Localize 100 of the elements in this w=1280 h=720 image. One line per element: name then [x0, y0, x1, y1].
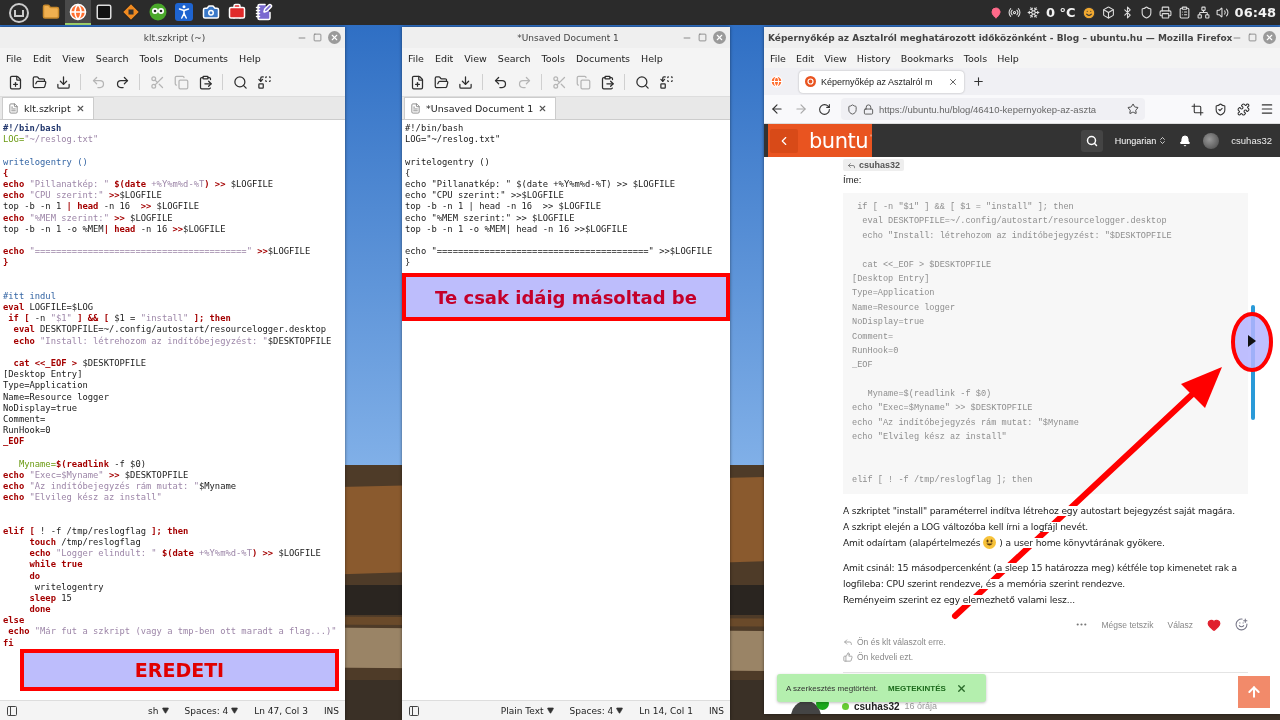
username: csuhas32	[1231, 135, 1272, 146]
menu-item[interactable]: Help	[641, 52, 663, 64]
pin-icon[interactable]	[990, 6, 1002, 19]
address-field[interactable]: https://ubuntu.hu/blog/46410-kepernyokep-az-aszta	[841, 98, 1145, 120]
code-line: echo "Logger elindult: " $(date +%Y%m%d-%T) >> $LOGFILE	[28, 548, 321, 559]
menu-icon[interactable]	[8, 2, 30, 23]
code-line: #itt indul	[3, 290, 56, 302]
screenshot-icon[interactable]	[1191, 102, 1204, 116]
taskbar-app[interactable]	[64, 0, 92, 25]
view-button[interactable]: MEGTEKINTÉS	[888, 683, 946, 693]
menu-item[interactable]: History	[856, 52, 891, 64]
unlike-button[interactable]: Mégse tetszik	[1101, 619, 1154, 630]
menu-item[interactable]: Edit	[795, 52, 815, 64]
close-icon[interactable]	[948, 76, 958, 87]
globe-icon[interactable]	[68, 2, 87, 21]
language-selector[interactable]: Hungarian	[1114, 135, 1168, 146]
code-line: LOG="~/reslog.txt"	[3, 134, 99, 146]
new-tab-icon[interactable]	[972, 75, 985, 88]
clipboard-icon[interactable]	[1177, 6, 1191, 19]
close-icon[interactable]	[75, 104, 85, 113]
clock: 06:48	[1234, 5, 1276, 20]
menu-item[interactable]: File	[6, 52, 22, 64]
smiley-icon[interactable]	[1081, 5, 1096, 20]
code-line: echo "Pillanatkép: " $(date +%Y%m%d-%T) >> $LOGFILE	[3, 178, 274, 191]
menu-icon[interactable]	[1260, 102, 1274, 116]
menu-item[interactable]: Documents	[575, 52, 631, 64]
menu-item[interactable]: Edit	[32, 52, 52, 64]
camera-icon[interactable]	[201, 2, 220, 21]
menu-item[interactable]: View	[824, 52, 847, 64]
menu-item[interactable]: File	[770, 52, 786, 64]
reload-icon[interactable]	[818, 102, 831, 116]
close-button[interactable]	[1263, 31, 1277, 44]
language-dropdown[interactable]: Plain Text	[500, 705, 554, 716]
volume-icon[interactable]	[1215, 6, 1229, 19]
open-icon[interactable]	[31, 74, 47, 90]
close-icon[interactable]	[538, 104, 548, 113]
menu-item[interactable]: View	[464, 52, 487, 64]
menu-item[interactable]: Documents	[173, 52, 229, 64]
accessibility-icon[interactable]	[175, 2, 194, 21]
open-icon[interactable]	[433, 74, 449, 90]
heart-icon[interactable]	[1207, 617, 1221, 632]
notification-icon[interactable]	[1179, 134, 1192, 147]
browser-tab[interactable]: Képernyőkép az Asztalról m	[799, 70, 964, 93]
spaces-dropdown[interactable]: Spaces: 4	[184, 705, 239, 716]
close-button[interactable]	[713, 31, 726, 44]
extensions-icon[interactable]	[1237, 102, 1250, 116]
code-line: Type=Application	[852, 287, 935, 301]
undo-icon[interactable]	[492, 74, 508, 90]
search-icon[interactable]	[634, 74, 650, 90]
printer-icon[interactable]	[1158, 6, 1172, 19]
code-line: top -b -n 1 -o %MEM| head -n 16 >>$LOGFILE	[3, 223, 226, 235]
menu-item[interactable]: Help	[239, 52, 261, 64]
menu-item[interactable]: Bookmarks	[900, 52, 954, 64]
snowflake-icon[interactable]	[1027, 6, 1040, 19]
box-icon[interactable]	[1101, 6, 1115, 19]
save-icon[interactable]	[457, 74, 473, 90]
reply-to-tag[interactable]: csuhas32	[843, 159, 905, 171]
menu-item[interactable]: Tools	[541, 52, 565, 64]
replace-icon[interactable]	[658, 74, 674, 90]
close-button[interactable]	[328, 31, 341, 44]
menu-item[interactable]: Search	[95, 52, 129, 64]
code-line: echo "Exec=$Myname" >> $DESKTOPFILE	[3, 469, 189, 481]
post-author: csuhas32	[854, 700, 900, 712]
annotation-label: EREDETI	[20, 648, 339, 691]
paste-icon[interactable]	[599, 74, 615, 90]
side-panel-icon[interactable]	[408, 704, 420, 717]
caret-icon	[546, 707, 554, 714]
menu-item[interactable]: Edit	[434, 52, 454, 64]
shield-icon[interactable]	[1214, 102, 1227, 116]
menu-item[interactable]: Tools	[963, 52, 988, 64]
document-tab[interactable]: *Unsaved Document 1	[404, 97, 557, 119]
notepad-icon[interactable]	[255, 2, 274, 21]
search-button[interactable]	[1080, 129, 1103, 152]
language-dropdown[interactable]: sh	[148, 705, 169, 716]
reply-button[interactable]: Válasz	[1167, 619, 1193, 630]
close-icon[interactable]	[955, 682, 967, 694]
back-icon[interactable]	[770, 102, 784, 116]
search-icon[interactable]	[232, 74, 248, 90]
menu-item[interactable]: Search	[497, 52, 531, 64]
save-icon[interactable]	[55, 74, 71, 90]
menu-item[interactable]: View	[62, 52, 85, 64]
bookmark-icon[interactable]	[1127, 103, 1139, 115]
redo-icon[interactable]	[114, 74, 130, 90]
code-line: writelogentry ()	[3, 156, 88, 168]
paste-icon[interactable]	[197, 74, 213, 90]
shield-icon[interactable]	[1139, 6, 1153, 19]
network-icon[interactable]	[1196, 6, 1210, 19]
new-document-icon[interactable]	[409, 74, 425, 90]
document-tab[interactable]: klt.szkript	[2, 97, 94, 119]
new-document-icon[interactable]	[7, 74, 23, 90]
add-reaction-icon[interactable]	[1235, 618, 1248, 632]
radio-icon[interactable]	[1008, 6, 1021, 19]
replace-icon[interactable]	[256, 74, 272, 90]
avatar[interactable]	[1203, 132, 1220, 149]
menu-item[interactable]: Help	[997, 52, 1019, 64]
spaces-dropdown[interactable]: Spaces: 4	[569, 705, 624, 716]
code-line: fi	[3, 637, 14, 649]
menu-item[interactable]: File	[408, 52, 424, 64]
side-panel-icon[interactable]	[6, 704, 18, 717]
menu-item[interactable]: Tools	[139, 52, 163, 64]
